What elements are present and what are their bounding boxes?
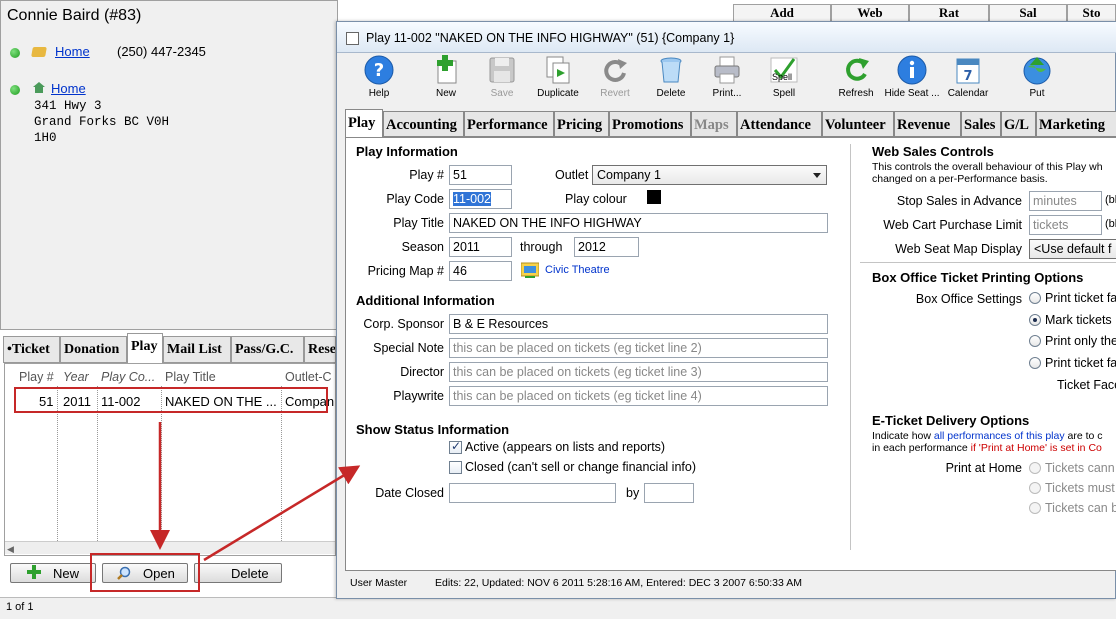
annotation-arrows — [150, 422, 361, 562]
arrow-to-dialog — [203, 465, 361, 562]
